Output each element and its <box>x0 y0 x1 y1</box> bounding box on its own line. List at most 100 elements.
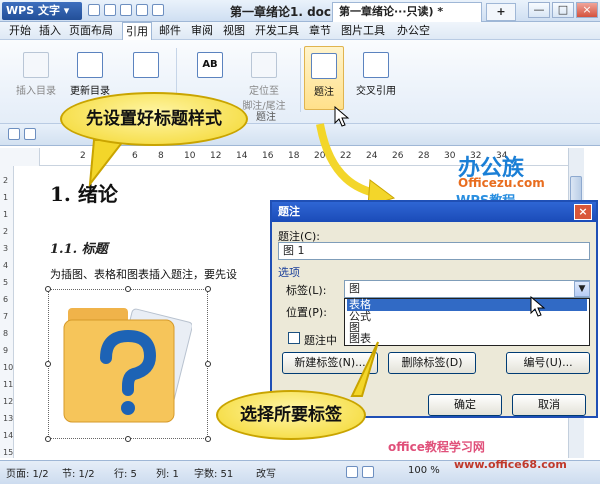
document-tab[interactable]: 第一章绪论···只读) * <box>332 2 482 22</box>
numbering-button[interactable]: 编号(U)... <box>506 352 590 374</box>
callout-tail <box>350 341 379 397</box>
ruler-corner <box>0 148 40 166</box>
delete-tag-button[interactable]: 删除标签(D) <box>388 352 476 374</box>
ok-button[interactable]: 确定 <box>428 394 502 416</box>
ruler-tick-label: 2 <box>3 176 9 185</box>
ruler-tick-label: 12 <box>3 397 14 406</box>
resize-handle[interactable] <box>205 361 211 367</box>
ruler-tick-label: 4 <box>3 261 9 270</box>
close-button[interactable]: × <box>576 2 598 18</box>
resize-handle[interactable] <box>205 286 211 292</box>
new-icon[interactable] <box>88 4 100 16</box>
cross-reference-button[interactable]: 交叉引用 <box>346 52 406 97</box>
caption-icon <box>311 53 337 79</box>
insert-toc-label: 插入目录 <box>16 86 56 97</box>
minimize-button[interactable]: — <box>528 2 550 18</box>
print-icon[interactable] <box>136 4 148 16</box>
footnote-icon: AB <box>197 52 223 78</box>
resize-handle[interactable] <box>125 436 131 442</box>
save-icon[interactable] <box>24 128 36 140</box>
menu-office-space[interactable]: 办公空 <box>394 22 433 40</box>
ruler-tick-label: 16 <box>262 151 274 161</box>
ribbon-doc-button[interactable] <box>116 52 176 82</box>
caption-dialog: 题注 × 题注(C): 图 1 选项 标签(L): 图 ▼ 位置(P): 题注中… <box>270 200 598 418</box>
resize-handle[interactable] <box>125 286 131 292</box>
status-word-count: 字数: 51 <box>194 469 234 480</box>
menu-insert[interactable]: 插入 <box>36 22 64 40</box>
status-row: 行: 5 <box>114 469 137 480</box>
caption-button[interactable]: 题注 <box>304 46 344 110</box>
page-view-icon[interactable] <box>346 466 358 478</box>
open-icon[interactable] <box>104 4 116 16</box>
menu-review[interactable]: 审阅 <box>188 22 216 40</box>
maximize-button[interactable]: □ <box>552 2 574 18</box>
ruler-tick-label: 14 <box>236 151 248 161</box>
vertical-ruler: 2 1 1 2 3 4 5 6 7 8 9 10 11 12 13 14 15 <box>0 166 14 458</box>
app-menu-button[interactable]: WPS 文字 ▾ <box>2 2 82 20</box>
caption-label: 题注 <box>314 87 334 98</box>
dialog-close-button[interactable]: × <box>574 204 592 220</box>
ruler-tick-label: 1 <box>3 193 9 202</box>
ruler-tick-label: 10 <box>3 363 14 372</box>
ruler-tick-label: 12 <box>210 151 222 161</box>
resize-handle[interactable] <box>45 436 51 442</box>
menu-developer[interactable]: 开发工具 <box>252 22 302 40</box>
undo-icon[interactable] <box>152 4 164 16</box>
position-label: 位置(P): <box>286 306 327 319</box>
toc-icon <box>23 52 49 78</box>
menu-picture-tools[interactable]: 图片工具 <box>338 22 388 40</box>
outline-view-icon[interactable] <box>362 466 374 478</box>
save-icon[interactable] <box>120 4 132 16</box>
heading-2: 1.1. 标题 <box>50 242 108 257</box>
ruler-tick-label: 28 <box>418 151 430 161</box>
status-section: 节: 1/2 <box>62 469 95 480</box>
status-overwrite[interactable]: 改写 <box>256 465 276 480</box>
menu-sections[interactable]: 章节 <box>306 22 334 40</box>
dropdown-item-table[interactable]: 表格 <box>347 299 587 311</box>
folder-icon[interactable] <box>8 128 20 140</box>
menu-mailings[interactable]: 邮件 <box>156 22 184 40</box>
ruler-tick-label: 11 <box>3 380 14 389</box>
ruler-tick-label: 13 <box>3 414 14 423</box>
menu-view[interactable]: 视图 <box>220 22 248 40</box>
watermark-url: www.office68.com <box>454 458 567 471</box>
menu-references[interactable]: 引用 <box>122 22 152 40</box>
resize-handle[interactable] <box>45 361 51 367</box>
mouse-cursor-icon <box>530 296 546 317</box>
ruler-tick-label: 8 <box>158 151 164 161</box>
status-column: 列: 1 <box>156 469 179 480</box>
chevron-down-icon[interactable]: ▼ <box>574 281 590 297</box>
ribbon-separator <box>300 48 301 112</box>
goto-label-1: 定位至 <box>249 86 279 97</box>
tag-select[interactable]: 图 <box>344 280 590 298</box>
goto-icon <box>251 52 277 78</box>
document-icon <box>133 52 159 78</box>
refresh-icon <box>77 52 103 78</box>
brand-site: Officezu.com <box>458 176 545 190</box>
insert-footnote-button[interactable]: AB <box>180 52 240 82</box>
app-name: WPS 文字 <box>6 4 60 17</box>
caption-input[interactable]: 图 1 <box>278 242 590 260</box>
resize-handle[interactable] <box>205 436 211 442</box>
ruler-tick-label: 3 <box>3 244 9 253</box>
update-toc-button[interactable]: 更新目录 <box>60 52 120 97</box>
insert-toc-button: 插入目录 <box>6 52 66 97</box>
arrow-icon <box>316 123 396 207</box>
cancel-button[interactable]: 取消 <box>512 394 586 416</box>
new-tab-button[interactable]: + <box>486 3 516 21</box>
ruler-tick-label: 1 <box>3 210 9 219</box>
callout-select-tag: 选择所要标签 <box>216 390 366 440</box>
exclude-label-checkbox[interactable] <box>288 332 300 344</box>
options-section-label: 选项 <box>278 266 300 279</box>
folder-question-image <box>63 308 192 423</box>
menu-page-layout[interactable]: 页面布局 <box>66 22 116 40</box>
ruler-tick-label: 5 <box>3 278 9 287</box>
ruler-tick-label: 15 <box>3 448 14 457</box>
dialog-title: 题注 <box>272 202 596 222</box>
tag-label: 标签(L): <box>286 284 327 297</box>
resize-handle[interactable] <box>45 286 51 292</box>
cross-reference-icon <box>363 52 389 78</box>
ruler-tick-label: 8 <box>3 329 9 338</box>
menu-home[interactable]: 开始 <box>6 22 34 40</box>
body-paragraph: 为插图、表格和图表插入题注，要先设 <box>50 268 237 281</box>
